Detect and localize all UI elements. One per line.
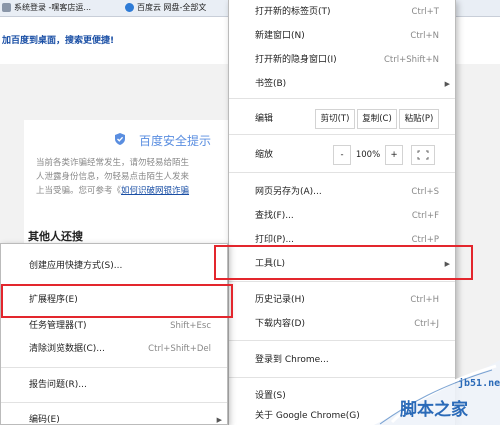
submenu-task-manager[interactable]: 任务管理器(T) Shift+Esc [1, 316, 227, 336]
submenu-create-shortcut[interactable]: 创建应用快捷方式(S)... [1, 256, 227, 276]
submenu-encoding[interactable]: 编码(E) ▶ [1, 410, 227, 425]
submenu-arrow-icon: ▶ [216, 416, 222, 424]
paste-button[interactable]: 粘贴(P) [399, 109, 439, 129]
shield-icon [115, 133, 125, 145]
submenu-clear-browsing-data[interactable]: 清除浏览数据(C)... Ctrl+Shift+Del [1, 339, 227, 359]
menu-bookmarks[interactable]: 书签(B) ▶ [229, 74, 455, 94]
menu-zoom-row: 缩放 - 100% + [229, 145, 455, 165]
menu-item-label: 打开新的标签页(T) [255, 7, 331, 17]
menu-item-shortcut: Ctrl+H [410, 295, 439, 305]
menu-item-shortcut: Ctrl+J [414, 319, 439, 329]
security-guide-link[interactable]: 如何识破网银诈骗 [121, 186, 189, 196]
menu-new-tab[interactable]: 打开新的标签页(T) Ctrl+T [229, 2, 455, 22]
menu-item-label: 缩放 [255, 150, 274, 160]
menu-separator [229, 98, 455, 99]
menu-separator [1, 367, 227, 368]
submenu-arrow-icon: ▶ [444, 80, 450, 88]
cut-button[interactable]: 剪切(T) [315, 109, 355, 129]
zoom-in-button[interactable]: + [385, 145, 403, 165]
menu-item-shortcut: Ctrl+F [411, 211, 439, 221]
menu-item-label: 登录到 Chrome... [255, 355, 329, 365]
fullscreen-button[interactable] [411, 145, 435, 165]
menu-downloads[interactable]: 下载内容(D) Ctrl+J [229, 314, 455, 334]
menu-item-label: 新建窗口(N) [255, 31, 305, 41]
menu-item-label: 关于 Google Chrome(G) [255, 411, 360, 421]
tools-highlight-box [214, 245, 473, 280]
menu-item-label: 设置(S) [255, 391, 286, 401]
menu-incognito-window[interactable]: 打开新的隐身窗口(I) Ctrl+Shift+N [229, 50, 455, 70]
menu-item-label: 查找(F)... [255, 211, 294, 221]
submenu-report-issue[interactable]: 报告问题(R)... [1, 375, 227, 395]
menu-separator [229, 172, 455, 173]
zoom-out-button[interactable]: - [333, 145, 351, 165]
menu-item-shortcut: Ctrl+N [410, 31, 439, 41]
menu-item-label: 下载内容(D) [255, 319, 305, 329]
security-title: 百度安全提示 [139, 134, 212, 148]
menu-item-shortcut: Ctrl+Shift+N [383, 55, 439, 65]
menu-item-label: 打印(P)... [255, 235, 295, 245]
menu-find[interactable]: 查找(F)... Ctrl+F [229, 206, 455, 226]
menu-item-shortcut: Ctrl+T [411, 7, 439, 17]
fullscreen-icon [417, 150, 429, 160]
menu-separator [229, 340, 455, 341]
tab-system-login[interactable]: 系统登录 -嘿客店运... [0, 0, 118, 17]
submenu-item-label: 报告问题(R)... [29, 380, 87, 390]
extensions-highlight-box [1, 284, 233, 318]
baidu-cloud-icon [125, 3, 134, 12]
menu-new-window[interactable]: 新建窗口(N) Ctrl+N [229, 26, 455, 46]
submenu-item-label: 编码(E) [29, 415, 60, 425]
page-favicon-icon [2, 3, 11, 12]
menu-history[interactable]: 历史记录(H) Ctrl+H [229, 290, 455, 310]
security-text-line: 上当受骗。您可参考《如何识破网银诈骗 [36, 184, 236, 198]
menu-separator [229, 134, 455, 135]
copy-button[interactable]: 复制(C) [357, 109, 397, 129]
menu-item-label: 编辑 [255, 114, 274, 124]
tab-title: 系统登录 -嘿客店运... [14, 3, 92, 12]
menu-item-label: 书签(B) [255, 79, 287, 89]
menu-separator [1, 402, 227, 403]
menu-item-label: 历史记录(H) [255, 295, 305, 305]
menu-edit-row: 编辑 剪切(T) 复制(C) 粘贴(P) [229, 109, 455, 129]
tab-baidu-pan[interactable]: 百度云 网盘-全部文 [123, 0, 233, 17]
zoom-level: 100% [355, 150, 381, 160]
submenu-item-label: 创建应用快捷方式(S)... [29, 261, 123, 271]
security-text-line: 当前各类诈骗经常发生，请勿轻易给陌生 [36, 158, 190, 168]
security-text-prefix: 上当受骗。您可参考《 [36, 186, 122, 196]
others-searched-title: 其他人还搜 [28, 230, 83, 243]
submenu-item-shortcut: Ctrl+Shift+Del [148, 344, 211, 354]
tab-title: 百度云 网盘-全部文 [137, 3, 207, 12]
tools-submenu: 创建应用快捷方式(S)... 扩展程序(E) 任务管理器(T) Shift+Es… [0, 243, 228, 425]
menu-item-label: 网页另存为(A)... [255, 187, 322, 197]
submenu-item-label: 任务管理器(T) [29, 321, 87, 331]
menu-item-shortcut: Ctrl+S [411, 187, 439, 197]
add-to-desktop-link[interactable]: 加百度到桌面，搜索更便捷! [2, 33, 114, 46]
menu-item-label: 打开新的隐身窗口(I) [255, 55, 337, 65]
submenu-item-label: 清除浏览数据(C)... [29, 344, 105, 354]
security-text-line: 人泄露身份信息，勿轻易点击陌生人发来 [36, 172, 190, 182]
security-text: 当前各类诈骗经常发生，请勿轻易给陌生 人泄露身份信息，勿轻易点击陌生人发来 上当… [36, 156, 236, 198]
menu-separator [229, 281, 455, 282]
watermark-name: 脚本之家 [400, 400, 468, 420]
watermark-url: jb51.net [458, 378, 500, 389]
submenu-item-shortcut: Shift+Esc [170, 321, 211, 331]
menu-save-page-as[interactable]: 网页另存为(A)... Ctrl+S [229, 182, 455, 202]
